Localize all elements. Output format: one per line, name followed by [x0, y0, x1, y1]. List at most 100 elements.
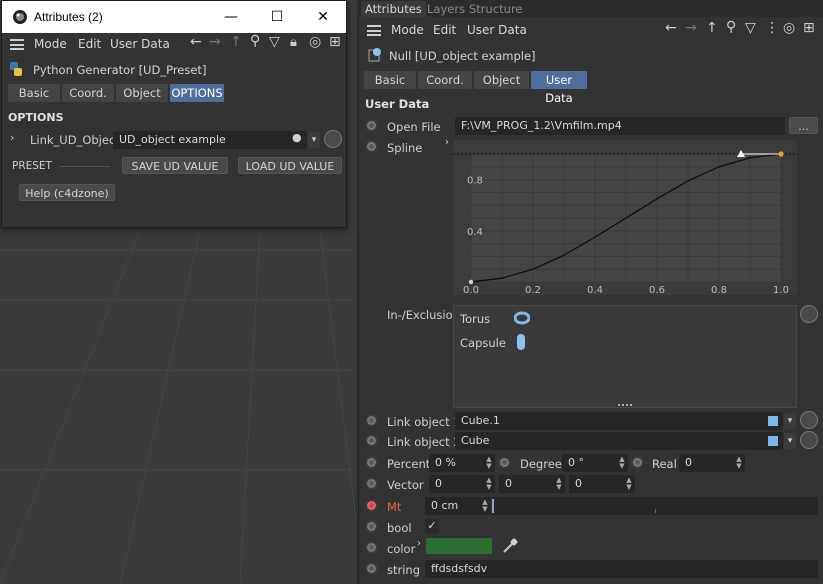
minimize-button[interactable]: — — [208, 5, 254, 29]
forward-arrow-icon[interactable]: → — [209, 34, 221, 50]
x-tick-label: 0.2 — [525, 285, 541, 295]
spline-editor[interactable]: 0.0 0.2 0.4 0.6 0.8 1.0 0.4 0.8 — [453, 140, 797, 296]
color-swatch[interactable] — [426, 538, 492, 554]
spline-chart[interactable]: 0.0 0.2 0.4 0.6 0.8 1.0 0.4 0.8 — [453, 140, 797, 296]
mt-slider-tick — [655, 509, 656, 513]
animate-dot[interactable] — [365, 520, 378, 533]
animate-dot[interactable] — [631, 456, 644, 469]
back-arrow-icon[interactable]: ← — [190, 34, 202, 50]
link-2-dropdown-arrow[interactable]: ▾ — [784, 433, 796, 449]
animate-dot[interactable] — [365, 140, 378, 153]
expand-chevron-icon[interactable]: › — [10, 131, 14, 144]
object-name: Null [UD_object example] — [389, 49, 536, 63]
animate-dot[interactable] — [498, 456, 511, 469]
settings-icon[interactable]: ⋮ — [765, 20, 779, 36]
maximize-button[interactable]: ☐ — [254, 5, 300, 29]
x-tick-label: 0.4 — [587, 285, 603, 295]
resize-handle[interactable] — [618, 404, 632, 406]
list-item-capsule[interactable]: Capsule — [460, 336, 506, 350]
link-ud-object-label: Link_UD_Object — [30, 133, 120, 147]
link-object-2-field[interactable]: Cube — [455, 432, 783, 450]
link-ud-object-field[interactable]: UD_object example — [113, 131, 307, 149]
degree-stepper[interactable]: ▲ ▼ — [618, 456, 626, 470]
panel-tab-structure[interactable]: Structure — [465, 1, 527, 17]
bool-checkbox[interactable]: ✓ — [425, 519, 439, 533]
new-panel-icon[interactable]: ⊞ — [803, 20, 815, 36]
hamburger-menu-icon[interactable] — [367, 25, 381, 36]
filter-icon[interactable]: ▽ — [269, 34, 280, 50]
x-tick-label: 0.6 — [649, 285, 665, 295]
new-panel-icon[interactable]: ⊞ — [329, 34, 341, 50]
vector-y-stepper[interactable]: ▲ ▼ — [555, 477, 563, 491]
search-icon[interactable]: ⚲ — [250, 33, 260, 49]
preset-label: PRESET — [12, 160, 52, 172]
list-item-torus[interactable]: Torus — [460, 312, 490, 326]
close-button[interactable]: ✕ — [300, 5, 346, 29]
tab-user-data[interactable]: User Data — [531, 71, 587, 105]
menu-mode[interactable]: Mode — [34, 37, 67, 51]
eyedropper-icon[interactable] — [501, 537, 519, 555]
open-file-field[interactable]: F:\VM_PROG_1.2\Vmfilm.mp4 — [455, 117, 785, 135]
target-icon[interactable]: ◎ — [309, 34, 321, 50]
floating-titlebar[interactable]: Attributes (2) — ☐ ✕ — [2, 1, 346, 33]
tab-object[interactable]: Object — [474, 71, 529, 89]
link-1-picker-button[interactable] — [800, 411, 818, 429]
filter-icon[interactable]: ▽ — [745, 20, 756, 36]
forward-arrow-icon[interactable]: → — [685, 20, 697, 36]
mt-stepper[interactable]: ▲ ▼ — [481, 499, 489, 513]
percent-stepper[interactable]: ▲ ▼ — [485, 456, 493, 470]
link-picker-button[interactable] — [324, 130, 342, 148]
animate-dot[interactable] — [365, 434, 378, 447]
spline-start-point — [468, 279, 474, 285]
y-tick-label: 0.4 — [467, 227, 483, 238]
animate-dot[interactable] — [365, 477, 378, 490]
tab-coord[interactable]: Coord. — [62, 84, 114, 102]
link-2-picker-button[interactable] — [800, 431, 818, 449]
hamburger-menu-icon[interactable] — [10, 39, 24, 50]
menu-user-data[interactable]: User Data — [110, 37, 170, 51]
expand-chevron-icon[interactable]: › — [417, 538, 421, 549]
keyframe-dot[interactable] — [365, 499, 378, 512]
open-file-label: Open File — [387, 120, 441, 134]
panel-tab-layers[interactable]: Layers — [423, 1, 469, 17]
link-1-dropdown-arrow[interactable]: ▾ — [784, 413, 796, 429]
lock-icon[interactable]: 🔒︎ — [290, 35, 297, 50]
tab-basic[interactable]: Basic — [8, 84, 60, 102]
in-exclusion-list[interactable]: Torus Capsule — [453, 305, 797, 408]
search-icon[interactable]: ⚲ — [726, 19, 736, 35]
animate-dot[interactable] — [365, 541, 378, 554]
browse-button[interactable]: ... — [789, 117, 818, 134]
tab-options[interactable]: OPTIONS — [170, 84, 224, 102]
back-arrow-icon[interactable]: ← — [665, 20, 677, 36]
link-dropdown-arrow[interactable]: ▾ — [308, 132, 320, 148]
menu-user-data[interactable]: User Data — [467, 23, 527, 37]
expand-chevron-icon[interactable]: › — [445, 137, 449, 148]
up-arrow-icon[interactable]: ↑ — [706, 20, 718, 36]
help-button[interactable]: Help (c4dzone) — [19, 184, 115, 201]
panel-tab-attributes[interactable]: Attributes — [361, 1, 426, 17]
link-object-1-field[interactable]: Cube.1 — [455, 412, 783, 430]
cube-icon — [768, 436, 778, 446]
mt-slider[interactable] — [492, 497, 818, 515]
target-icon[interactable]: ◎ — [783, 20, 795, 36]
tab-object[interactable]: Object — [116, 84, 168, 102]
up-arrow-icon[interactable]: ↑ — [230, 34, 242, 50]
animate-dot[interactable] — [365, 119, 378, 132]
menu-edit[interactable]: Edit — [433, 23, 456, 37]
save-ud-value-button[interactable]: SAVE UD VALUE — [122, 157, 228, 174]
vector-x-stepper[interactable]: ▲ ▼ — [485, 477, 493, 491]
animate-dot[interactable] — [365, 456, 378, 469]
vector-z-stepper[interactable]: ▲ ▼ — [625, 477, 633, 491]
in-exclusion-picker-button[interactable] — [800, 305, 818, 323]
string-field[interactable]: ffdsdsfsdv — [425, 560, 818, 578]
tab-coord[interactable]: Coord. — [418, 71, 472, 89]
real-stepper[interactable]: ▲ ▼ — [735, 456, 743, 470]
load-ud-value-button[interactable]: LOAD UD VALUE — [238, 157, 342, 174]
tab-basic[interactable]: Basic — [364, 71, 416, 89]
menu-mode[interactable]: Mode — [391, 23, 424, 37]
menu-edit[interactable]: Edit — [78, 37, 101, 51]
panel-tab-bar: Attributes Layers Structure — [359, 0, 823, 17]
animate-dot[interactable] — [365, 562, 378, 575]
mt-slider-handle[interactable] — [492, 499, 494, 513]
animate-dot[interactable] — [365, 414, 378, 427]
